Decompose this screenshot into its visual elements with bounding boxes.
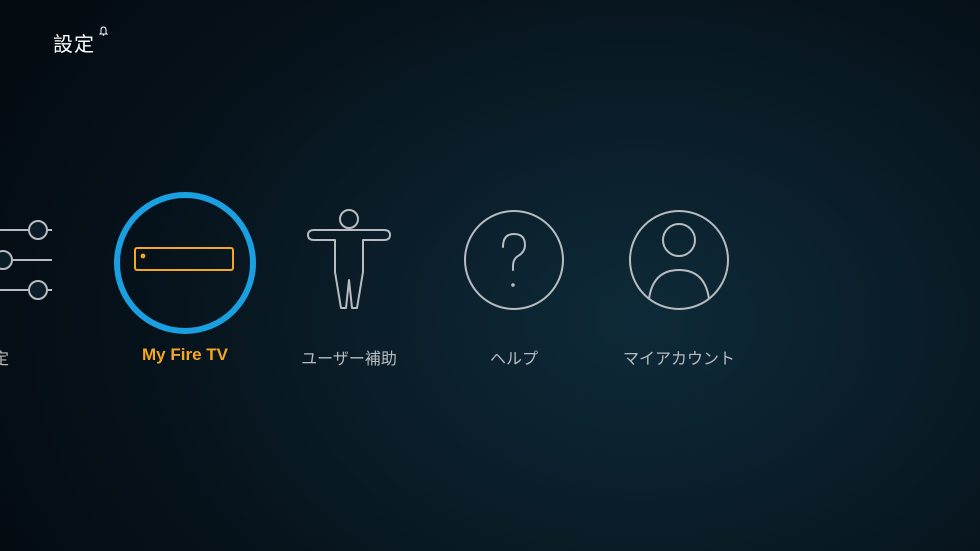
menu-item-label: 環境設定 bbox=[0, 349, 9, 368]
menu-item-help[interactable]: ヘルプ bbox=[439, 190, 589, 380]
page-title: 設定 bbox=[53, 32, 95, 56]
menu-item-preferences[interactable]: 環境設定 bbox=[0, 190, 52, 380]
menu-item-label: ヘルプ bbox=[489, 349, 538, 368]
account-person-icon bbox=[629, 210, 729, 310]
menu-item-my-account[interactable]: マイアカウント bbox=[604, 190, 754, 380]
menu-item-label: My Fire TV bbox=[142, 345, 228, 364]
help-question-icon bbox=[464, 210, 564, 310]
menu-item-label: ユーザー補助 bbox=[301, 349, 397, 368]
menu-item-accessibility[interactable]: ユーザー補助 bbox=[274, 190, 424, 380]
sliders-icon bbox=[0, 220, 52, 300]
settings-screen: 設定 環境設定 My Fire TV bbox=[0, 0, 980, 551]
bell-icon bbox=[99, 26, 108, 36]
menu-item-my-fire-tv[interactable]: My Fire TV bbox=[110, 190, 260, 380]
menu-item-label: マイアカウント bbox=[622, 349, 735, 368]
fire-tv-device-icon bbox=[114, 192, 256, 334]
accessibility-person-icon bbox=[307, 209, 391, 309]
